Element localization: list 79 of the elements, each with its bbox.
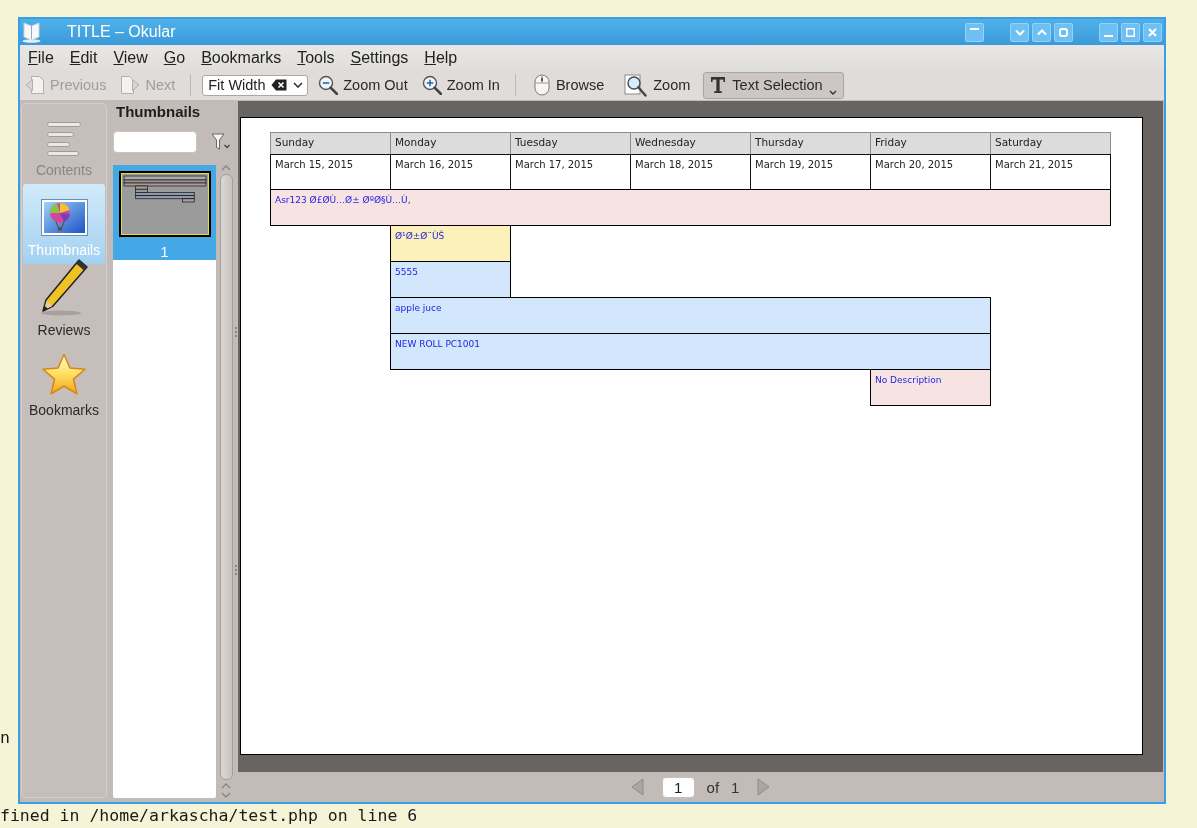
previous-page-button[interactable] [630, 778, 644, 796]
mouse-icon [533, 74, 550, 96]
text-selection-button[interactable]: Text Selection [703, 71, 844, 99]
day-header-cell: Tuesday [510, 132, 631, 155]
calendar-event: 5555 [390, 261, 511, 298]
day-header-cell: Friday [870, 132, 991, 155]
scroll-down-icon [221, 792, 231, 798]
terminal-text: n [0, 728, 11, 748]
menu-item[interactable]: Bookmarks [193, 48, 290, 67]
zoom-in-button[interactable]: Zoom In [417, 72, 504, 98]
filter-icon [211, 133, 231, 151]
zoom-out-icon [318, 75, 339, 95]
page-count-label: 1 [731, 778, 740, 796]
window-title: TITLE – Okular [67, 23, 176, 41]
chevron-up-button[interactable] [1032, 22, 1051, 42]
scroll-up-icon [221, 165, 231, 171]
grip-icon [234, 564, 237, 575]
panel-title: Thumbnails [116, 103, 201, 121]
calendar-event: Ø¹Ø±Ø¨ÙŠ [390, 225, 511, 262]
chevron-up-icon [1036, 28, 1047, 36]
zoom-out-button[interactable]: Zoom Out [314, 72, 412, 98]
scroll-up-icon [221, 783, 231, 789]
scrollbar[interactable] [219, 174, 233, 780]
zoom-mode-button[interactable]: Zoom [617, 71, 698, 99]
balloon-picture-icon [40, 199, 88, 236]
date-cell: March 15, 2015 [270, 154, 391, 190]
ring-button[interactable] [1054, 22, 1073, 42]
letter-t-icon [710, 76, 727, 94]
menu-item[interactable]: Settings [342, 48, 417, 67]
maximize-icon [1126, 27, 1135, 37]
chevron-down-icon [1014, 28, 1025, 36]
dash-icon [970, 27, 979, 30]
of-label: of [706, 778, 720, 796]
clear-icon [271, 79, 288, 91]
day-header-cell: Sunday [270, 132, 391, 155]
calendar-event: Asr123 Ø£ØÙ…Ø± ØºØ§Ù…Ù‚ [270, 189, 1111, 226]
caret-icon [828, 89, 837, 95]
menu-item[interactable]: Tools [289, 48, 343, 67]
menu-item[interactable]: File [20, 48, 62, 67]
star-icon [41, 353, 87, 396]
page-magnifier-icon [624, 73, 648, 97]
page-left-arrow-icon [25, 75, 45, 95]
dash-button[interactable] [965, 22, 984, 42]
day-header-cell: Thursday [750, 132, 871, 155]
menu-item[interactable]: Go [155, 48, 194, 67]
menu-item[interactable]: Edit [61, 48, 106, 67]
grip-icon [234, 327, 237, 338]
maximize-button[interactable] [1121, 22, 1140, 42]
close-button[interactable] [1143, 22, 1162, 42]
zoom-combo[interactable]: Fit Width [202, 74, 309, 96]
app-icon [22, 21, 41, 43]
search-field[interactable] [113, 131, 197, 153]
calendar-event: No Description [870, 369, 991, 406]
minimize-icon [1104, 35, 1113, 37]
minimize-button[interactable] [1099, 22, 1118, 42]
pencil-icon [39, 258, 89, 316]
page-number-field[interactable]: 1 [661, 776, 695, 798]
terminal-text: fined in /home/arkascha/test.php on line 6 [0, 805, 418, 826]
triangle-right-icon [757, 778, 771, 796]
reviews-tab[interactable]: Reviews [23, 264, 105, 344]
triangle-left-icon [630, 778, 644, 796]
chevron-down-icon [293, 82, 304, 88]
next-page-button[interactable] [757, 778, 771, 796]
close-icon [1148, 27, 1157, 37]
calendar-event: apple juce [390, 297, 991, 334]
chevron-down-button[interactable] [1010, 22, 1029, 42]
browse-button[interactable]: Browse [526, 71, 612, 99]
calendar-event: NEW ROLL PC1001 [390, 333, 991, 370]
menu-item[interactable]: Help [416, 48, 466, 67]
date-cell: March 21, 2015 [990, 154, 1111, 190]
page-right-arrow-icon [120, 75, 141, 95]
zoom-in-icon [421, 75, 442, 95]
day-header-cell: Saturday [990, 132, 1111, 155]
text-lines-icon [47, 122, 81, 156]
day-header-cell: Monday [390, 132, 511, 155]
bookmarks-tab[interactable]: Bookmarks [23, 344, 105, 424]
ring-icon [1059, 27, 1068, 37]
menu-item[interactable]: View [105, 48, 156, 67]
day-header-cell: Wednesday [630, 132, 751, 155]
